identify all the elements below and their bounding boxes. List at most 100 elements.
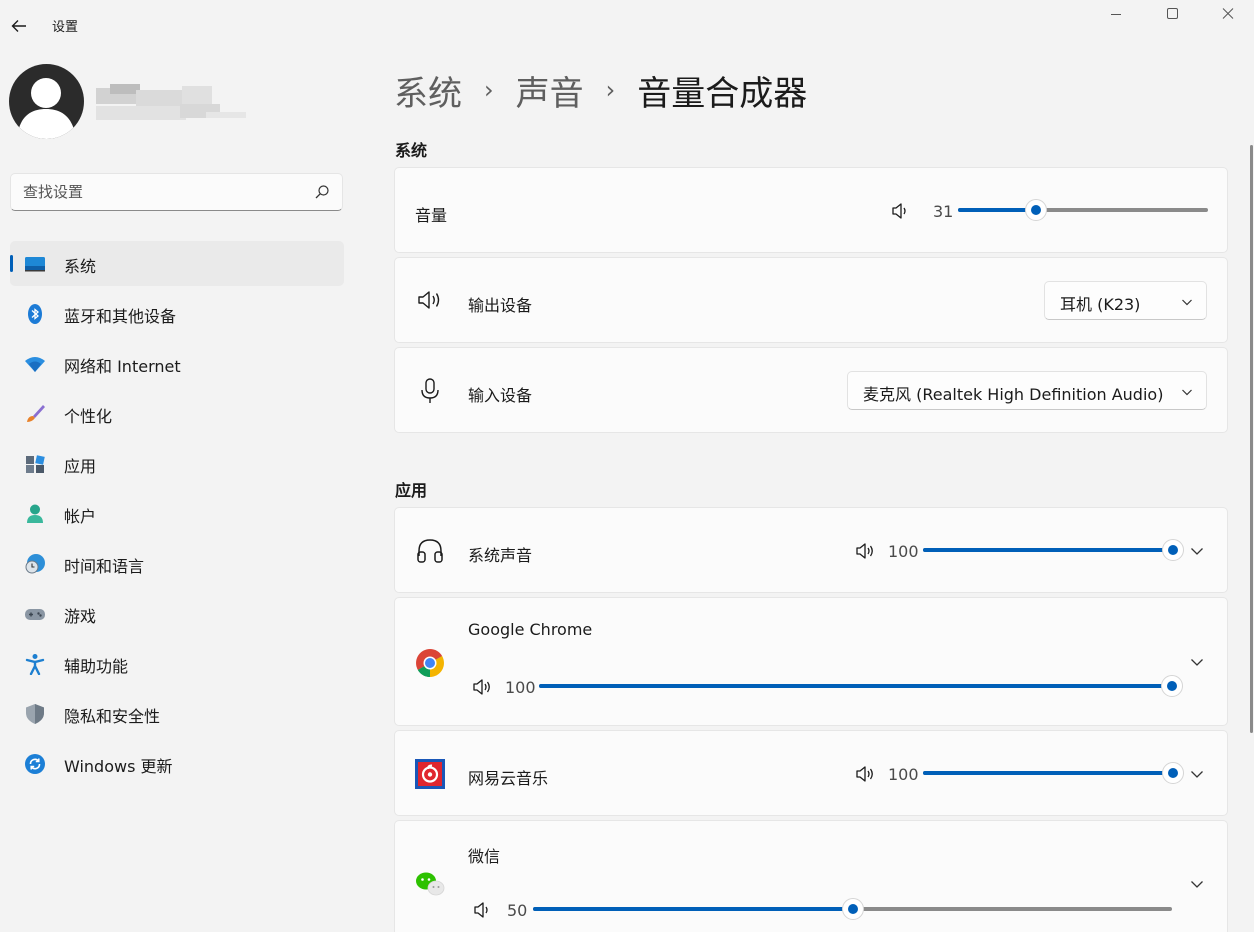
master-volume-slider[interactable] <box>958 199 1208 221</box>
update-icon <box>25 754 45 774</box>
back-arrow-icon <box>11 20 26 32</box>
headphones-icon <box>417 539 443 563</box>
search-icon[interactable] <box>314 184 330 200</box>
user-name-redacted <box>96 84 246 124</box>
sidebar-item-time-language[interactable]: 时间和语言 <box>10 541 344 586</box>
slider-thumb[interactable] <box>1024 199 1047 221</box>
input-device-value: 麦克风 (Realtek High Definition Audio) <box>863 385 1164 404</box>
sidebar-item-gaming[interactable]: 游戏 <box>10 591 344 636</box>
output-device-label: 输出设备 <box>468 296 533 315</box>
sidebar-item-bluetooth[interactable]: 蓝牙和其他设备 <box>10 291 344 336</box>
sidebar-item-label: 隐私和安全性 <box>64 707 161 726</box>
app-volume-value: 100 <box>888 542 919 561</box>
app-volume-slider[interactable] <box>923 762 1184 784</box>
volume-value: 31 <box>933 202 954 221</box>
search-input[interactable] <box>23 174 303 210</box>
back-button[interactable] <box>6 12 34 40</box>
gamepad-icon <box>25 609 45 620</box>
sidebar-item-label: 蓝牙和其他设备 <box>64 307 177 326</box>
microphone-icon <box>421 378 439 403</box>
sidebar-item-accounts[interactable]: 帐户 <box>10 491 344 536</box>
sidebar-item-label: 时间和语言 <box>64 557 145 576</box>
network-icon <box>25 357 45 372</box>
breadcrumb: 系统 › 声音 › 音量合成器 <box>394 66 807 114</box>
accessibility-icon <box>25 654 45 675</box>
input-device-label: 输入设备 <box>468 386 533 405</box>
apps-icon <box>26 455 45 473</box>
bluetooth-icon <box>28 304 42 324</box>
sidebar-item-label: 游戏 <box>64 607 97 626</box>
output-device-card: 输出设备 耳机 (K23) <box>394 257 1228 343</box>
page-title: 音量合成器 <box>637 73 808 114</box>
chevron-down-icon <box>1182 299 1192 306</box>
input-device-dropdown[interactable]: 麦克风 (Realtek High Definition Audio) <box>847 371 1207 410</box>
slider-fill <box>539 684 1172 688</box>
system-icon <box>25 257 45 272</box>
chevron-down-icon[interactable] <box>1189 766 1205 782</box>
app-card-system-sounds: 系统声音 100 <box>394 507 1228 593</box>
app-card-chrome: Google Chrome 100 <box>394 597 1228 726</box>
speaker-icon[interactable] <box>890 201 910 221</box>
slider-thumb[interactable] <box>1161 675 1183 697</box>
section-title-system: 系统 <box>395 141 428 160</box>
sidebar-item-personalization[interactable]: 个性化 <box>10 391 344 436</box>
app-card-wechat: 微信 50 <box>394 820 1228 932</box>
avatar[interactable] <box>9 64 84 139</box>
sidebar-item-label: 辅助功能 <box>64 657 129 676</box>
chevron-down-icon[interactable] <box>1189 876 1205 892</box>
app-name: Google Chrome <box>468 620 593 639</box>
active-indicator <box>10 255 13 272</box>
scrollbar[interactable] <box>1250 145 1253 733</box>
breadcrumb-separator: › <box>605 76 616 104</box>
slider-fill <box>923 548 1173 552</box>
brush-icon <box>27 405 45 422</box>
globe-clock-icon <box>25 554 45 574</box>
slider-thumb[interactable] <box>1162 762 1184 784</box>
speaker-icon[interactable] <box>472 900 492 920</box>
app-name: 系统声音 <box>468 546 533 565</box>
chevron-down-icon[interactable] <box>1189 543 1205 559</box>
slider-fill <box>923 771 1173 775</box>
speaker-icon[interactable] <box>472 677 492 697</box>
slider-fill <box>958 208 1036 212</box>
sidebar-item-network[interactable]: 网络和 Internet <box>10 341 344 386</box>
minimize-icon <box>1111 14 1121 15</box>
speaker-icon[interactable] <box>855 764 875 784</box>
sidebar-item-accessibility[interactable]: 辅助功能 <box>10 641 344 686</box>
volume-label: 音量 <box>415 206 448 225</box>
sidebar-item-label: 帐户 <box>64 507 97 526</box>
app-card-netease-music: 网易云音乐 100 <box>394 730 1228 816</box>
chevron-down-icon <box>1182 389 1192 396</box>
chrome-icon <box>416 649 444 677</box>
input-device-card: 输入设备 麦克风 (Realtek High Definition Audio) <box>394 347 1228 433</box>
sidebar-item-privacy[interactable]: 隐私和安全性 <box>10 691 344 736</box>
minimize-button[interactable] <box>1088 0 1144 30</box>
breadcrumb-system[interactable]: 系统 <box>394 66 462 115</box>
maximize-button[interactable] <box>1144 0 1200 30</box>
close-button[interactable] <box>1200 0 1254 30</box>
slider-thumb[interactable] <box>841 898 864 920</box>
volume-card: 音量 31 <box>394 167 1228 253</box>
breadcrumb-sound[interactable]: 声音 <box>516 66 584 115</box>
app-name: 网易云音乐 <box>468 769 549 788</box>
sidebar-item-apps[interactable]: 应用 <box>10 441 344 486</box>
slider-thumb[interactable] <box>1162 539 1184 561</box>
close-icon <box>1222 8 1234 19</box>
speaker-icon[interactable] <box>855 541 875 561</box>
account-icon <box>27 504 43 523</box>
section-title-apps: 应用 <box>395 481 428 500</box>
app-volume-slider[interactable] <box>539 675 1183 697</box>
search-box[interactable] <box>10 173 343 211</box>
maximize-icon <box>1167 8 1178 19</box>
sidebar-item-windows-update[interactable]: Windows 更新 <box>10 741 344 786</box>
breadcrumb-separator: › <box>484 76 494 104</box>
sidebar-item-system[interactable]: 系统 <box>10 241 344 286</box>
sidebar-item-label: 网络和 Internet <box>64 357 181 376</box>
sidebar-item-label: 系统 <box>64 257 97 276</box>
app-name: 微信 <box>468 847 501 866</box>
app-volume-slider[interactable] <box>923 539 1184 561</box>
shield-icon <box>26 704 44 724</box>
output-device-dropdown[interactable]: 耳机 (K23) <box>1044 281 1207 320</box>
app-volume-slider[interactable] <box>533 898 1172 920</box>
chevron-down-icon[interactable] <box>1189 654 1205 670</box>
